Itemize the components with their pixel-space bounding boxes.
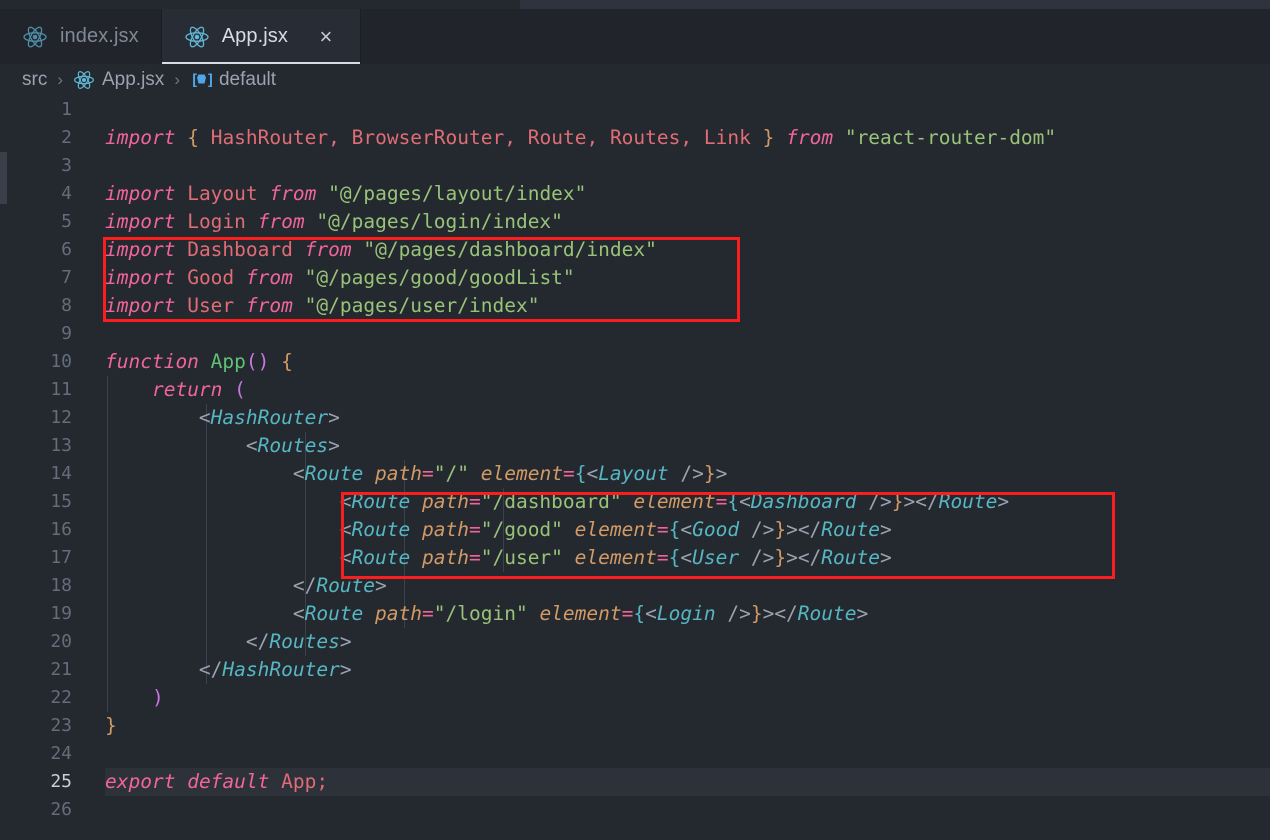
code-line[interactable]: 7 import Good from "@/pages/good/goodList…: [0, 264, 1270, 292]
code-text: <Route path="/user" element={<User />}><…: [339, 546, 892, 569]
code-line[interactable]: 23}: [0, 712, 1270, 740]
tab-index-jsx[interactable]: index.jsx: [0, 9, 162, 64]
code-line[interactable]: 14 <Route path="/" element={<Layout />}>: [0, 460, 1270, 488]
svg-text:[: [: [190, 71, 198, 89]
code-line[interactable]: 12 <HashRouter>: [0, 404, 1270, 432]
line-number: 19: [50, 603, 72, 624]
code-editor[interactable]: 1 2 import { HashRouter, BrowserRouter, Ro…: [0, 96, 1270, 840]
close-icon[interactable]: ×: [314, 25, 338, 48]
line-number: 24: [50, 743, 72, 764]
code-line[interactable]: 24: [0, 740, 1270, 768]
code-text: </HashRouter>: [198, 658, 352, 681]
line-number: 26: [50, 799, 72, 820]
line-number: 16: [50, 519, 72, 540]
code-text: <Route path="/login" element={<Login />}…: [292, 602, 869, 625]
chevron-right-icon: ›: [57, 70, 63, 89]
react-icon: [22, 24, 48, 50]
react-icon: [184, 24, 210, 50]
code-line[interactable]: 18 </Route>: [0, 572, 1270, 600]
code-line[interactable]: 2 import { HashRouter, BrowserRouter, Rou…: [0, 124, 1270, 152]
breadcrumb-label: App.jsx: [102, 69, 165, 90]
line-number: 23: [50, 715, 72, 736]
code-line[interactable]: 13 <Routes>: [0, 432, 1270, 460]
code-line[interactable]: 3: [0, 152, 1270, 180]
breadcrumb-item-src[interactable]: src: [22, 69, 47, 91]
line-number: 7: [61, 267, 72, 288]
tab-label: App.jsx: [221, 25, 289, 47]
indent-guide: [403, 572, 405, 600]
code-line[interactable]: 22 ): [0, 684, 1270, 712]
line-number: 14: [50, 463, 72, 484]
code-text: import Dashboard from "@/pages/dashboard…: [105, 238, 657, 261]
line-number: 8: [61, 295, 72, 316]
code-text: <Route path="/" element={<Layout />}>: [292, 462, 728, 485]
code-text: }: [105, 714, 117, 737]
line-number: 4: [61, 183, 72, 204]
breadcrumb: src › App.jsx › [ ] d: [0, 64, 1270, 96]
code-text: import User from "@/pages/user/index": [105, 294, 540, 317]
code-text: return (: [151, 378, 246, 401]
line-number: 5: [61, 211, 72, 232]
code-text: import Login from "@/pages/login/index": [105, 210, 563, 233]
code-line[interactable]: 19 <Route path="/login" element={<Login …: [0, 600, 1270, 628]
code-text: </Route>: [292, 574, 387, 597]
line-number: 3: [61, 155, 72, 176]
code-line[interactable]: 6 import Dashboard from "@/pages/dashboar…: [0, 236, 1270, 264]
code-line[interactable]: 1: [0, 96, 1270, 124]
code-line[interactable]: 5 import Login from "@/pages/login/index": [0, 208, 1270, 236]
code-line[interactable]: 26: [0, 796, 1270, 824]
line-number: 2: [61, 127, 72, 148]
code-line[interactable]: 25 export default App;: [0, 768, 1270, 796]
editor-tab-bar: index.jsx App.jsx ×: [0, 9, 1270, 64]
line-number: 15: [50, 491, 72, 512]
line-number: 1: [61, 99, 72, 120]
react-icon: [73, 69, 95, 91]
line-number: 13: [50, 435, 72, 456]
code-line[interactable]: 20 </Routes>: [0, 628, 1270, 656]
code-text: <Routes>: [245, 434, 340, 457]
code-text: import { HashRouter, BrowserRouter, Rout…: [105, 126, 1057, 149]
vscode-window: index.jsx App.jsx × src › App.jsx › [de…: [0, 0, 1270, 840]
code-lines-container: 1 2 import { HashRouter, BrowserRouter, Ro…: [0, 96, 1270, 840]
line-number: 21: [50, 659, 72, 680]
code-text: import Good from "@/pages/good/goodList": [105, 266, 575, 289]
code-line[interactable]: 4 import Layout from "@/pages/layout/inde…: [0, 180, 1270, 208]
title-bar-strip: [520, 0, 1270, 9]
code-text: import Layout from "@/pages/layout/index…: [105, 182, 587, 205]
line-number: 11: [50, 379, 72, 400]
breadcrumb-item-default[interactable]: [ ] default: [190, 69, 276, 91]
line-number: 18: [50, 575, 72, 596]
code-line[interactable]: 15 <Route path="/dashboard" element={<Da…: [0, 488, 1270, 516]
line-number: 9: [61, 323, 72, 344]
code-line[interactable]: 8 import User from "@/pages/user/index": [0, 292, 1270, 320]
line-number: 25: [50, 771, 72, 792]
line-number: 6: [61, 239, 72, 260]
tab-app-jsx[interactable]: App.jsx ×: [161, 9, 362, 64]
chevron-right-icon: ›: [174, 70, 180, 89]
code-line[interactable]: 9: [0, 320, 1270, 348]
code-line[interactable]: 10 function App() {: [0, 348, 1270, 376]
line-number: 17: [50, 547, 72, 568]
line-number: 22: [50, 687, 72, 708]
code-line[interactable]: 16 <Route path="/good" element={<Good />…: [0, 516, 1270, 544]
line-number: 10: [50, 351, 72, 372]
code-text: <Route path="/dashboard" element={<Dashb…: [339, 490, 1010, 513]
code-text: function App() {: [105, 350, 293, 373]
symbol-object-icon: [ ]: [190, 71, 212, 89]
line-number: 12: [50, 407, 72, 428]
code-line[interactable]: 21 </HashRouter>: [0, 656, 1270, 684]
code-text: <Route path="/good" element={<Good />}><…: [339, 518, 892, 541]
code-text: ): [151, 686, 164, 709]
code-text: </Routes>: [245, 630, 352, 653]
breadcrumb-label: default: [218, 69, 277, 90]
svg-text:]: ]: [206, 71, 212, 89]
code-line[interactable]: 11 return (: [0, 376, 1270, 404]
breadcrumb-item-app-jsx[interactable]: App.jsx: [73, 69, 164, 91]
tab-label: index.jsx: [60, 25, 139, 47]
code-text: export default App;: [105, 770, 329, 793]
breadcrumb-label: src: [22, 69, 48, 90]
code-line[interactable]: 17 <Route path="/user" element={<User />…: [0, 544, 1270, 572]
line-number: 20: [50, 631, 72, 652]
code-text: <HashRouter>: [198, 406, 340, 429]
